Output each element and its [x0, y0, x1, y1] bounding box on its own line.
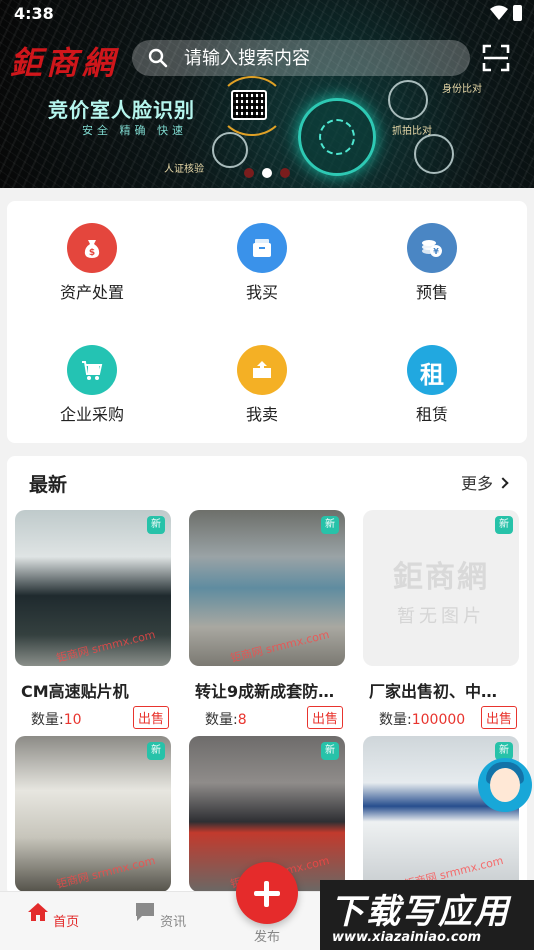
- site-watermark-url: www.xiazainiao.com: [332, 930, 482, 945]
- category-enterprise-purchase[interactable]: 企业采购: [7, 345, 177, 425]
- sale-badge: 出售: [132, 706, 169, 729]
- top-banner[interactable]: 4:38 鉅商網 竞价室人脸识别 安全 精确 快速 身份比对 抓拍比对 人证核验: [0, 0, 534, 188]
- more-label: 更多: [460, 474, 493, 493]
- product-card[interactable]: 新 钜商网 srmmx.com: [15, 736, 171, 892]
- new-badge: 新: [147, 516, 165, 534]
- latest-section: 最新 更多 新 钜商网 srmmx.com CM高速贴片机 数量:10 出售 新…: [7, 456, 527, 896]
- category-label: 我卖: [245, 405, 278, 424]
- banner-headline: 竞价室人脸识别: [48, 98, 195, 122]
- home-icon: [27, 903, 48, 921]
- site-watermark-title: 下载写应用: [330, 892, 510, 932]
- category-label: 租赁: [415, 405, 448, 424]
- message-icon: [135, 903, 154, 921]
- svg-text:$: $: [89, 248, 95, 258]
- banner-label-verify: 人证核验: [164, 164, 204, 175]
- product-card[interactable]: 新 鉅商網 暂无图片 厂家出售初、中… 数量:100000 出售: [363, 510, 519, 729]
- category-label: 预售: [415, 283, 448, 302]
- product-qty: 数量:8: [205, 712, 247, 728]
- product-image-placeholder: 新 鉅商網 暂无图片: [363, 510, 519, 666]
- product-meta: 数量:10 出售: [15, 706, 171, 729]
- category-sell[interactable]: 我卖: [177, 345, 347, 425]
- publish-plus-button[interactable]: [236, 862, 298, 924]
- new-badge: 新: [321, 516, 339, 534]
- sale-badge: 出售: [480, 706, 517, 729]
- product-image: 新 钜商网 srmmx.com: [15, 736, 171, 892]
- product-meta: 数量:8 出售: [189, 706, 345, 729]
- nav-publish[interactable]: 发布: [227, 926, 307, 945]
- product-image: 新 钜商网 srmmx.com: [189, 510, 345, 666]
- category-panel: $ 资产处置 我买 ¥ 预售 企业采购 我卖 租 租赁: [7, 201, 527, 443]
- rent-glyph: 租: [420, 361, 444, 389]
- search-bar[interactable]: [132, 40, 470, 76]
- banner-label-capture: 抓拍比对: [392, 126, 432, 137]
- new-badge: 新: [495, 516, 513, 534]
- nav-home[interactable]: 首页: [13, 902, 93, 930]
- nav-news[interactable]: 资讯: [120, 902, 200, 930]
- sale-badge: 出售: [306, 706, 343, 729]
- nav-publish-label: 发布: [253, 930, 280, 945]
- coins-icon: ¥: [407, 223, 457, 273]
- product-card[interactable]: 新 钜商网 srmmx.com 转让9成新成套防… 数量:8 出售: [189, 510, 345, 729]
- product-qty: 数量:10: [31, 712, 82, 728]
- image-watermark: 钜商网 srmmx.com: [55, 627, 157, 666]
- id-verify-icon: [212, 132, 248, 168]
- new-badge: 新: [147, 742, 165, 760]
- battery-icon: [513, 5, 522, 21]
- product-meta: 数量:100000 出售: [363, 706, 519, 729]
- carousel-dot[interactable]: [244, 168, 254, 178]
- app-logo: 鉅商網: [10, 44, 119, 82]
- banner-subtitle: 安全 精确 快速: [82, 124, 187, 137]
- wifi-icon: [490, 5, 508, 20]
- category-label: 企业采购: [59, 405, 124, 424]
- category-label: 我买: [245, 283, 278, 302]
- cart-icon: [67, 345, 117, 395]
- search-input[interactable]: [184, 40, 454, 76]
- scan-icon[interactable]: [482, 44, 510, 72]
- sell-box-icon: [237, 345, 287, 395]
- section-title: 最新: [29, 474, 68, 496]
- placeholder-text: 暂无图片: [397, 606, 485, 627]
- placeholder-logo: 鉅商網: [393, 560, 489, 595]
- banner-label-id: 身份比对: [442, 84, 482, 95]
- product-name: 厂家出售初、中…: [369, 682, 498, 701]
- more-link[interactable]: 更多: [460, 470, 509, 494]
- product-card[interactable]: 新 钜商网 srmmx.com CM高速贴片机 数量:10 出售: [15, 510, 171, 729]
- product-name: CM高速贴片机: [21, 682, 129, 701]
- product-image: 新 钜商网 srmmx.com: [15, 510, 171, 666]
- service-avatar-icon: [490, 768, 520, 802]
- nav-news-label: 资讯: [160, 915, 187, 930]
- category-rent[interactable]: 租 租赁: [347, 345, 517, 425]
- qr-code-icon: [231, 90, 267, 120]
- image-watermark: 钜商网 srmmx.com: [229, 627, 331, 666]
- category-presale[interactable]: ¥ 预售: [347, 223, 517, 303]
- image-watermark: 钜商网 srmmx.com: [55, 853, 157, 892]
- site-watermark: 下载写应用 www.xiazainiao.com: [320, 880, 534, 950]
- svg-text:¥: ¥: [433, 247, 439, 256]
- carousel-indicator[interactable]: [244, 163, 298, 182]
- carousel-dot-active[interactable]: [262, 168, 272, 178]
- rent-icon: 租: [407, 345, 457, 395]
- category-buy[interactable]: 我买: [177, 223, 347, 303]
- category-asset-disposal[interactable]: $ 资产处置: [7, 223, 177, 303]
- search-icon: [148, 48, 168, 68]
- id-compare-icon: [388, 80, 428, 120]
- product-qty: 数量:100000: [379, 712, 466, 728]
- product-name: 转让9成新成套防…: [195, 682, 335, 701]
- box-icon: [237, 223, 287, 273]
- nav-home-label: 首页: [53, 915, 80, 930]
- carousel-dot[interactable]: [280, 168, 290, 178]
- new-badge: 新: [321, 742, 339, 760]
- customer-service-button[interactable]: [478, 758, 532, 812]
- chevron-right-icon: [497, 477, 509, 489]
- money-bag-icon: $: [67, 223, 117, 273]
- face-recognition-icon: [298, 98, 376, 176]
- status-bar: 4:38: [0, 0, 534, 28]
- capture-compare-icon: [414, 134, 454, 174]
- category-label: 资产处置: [59, 283, 124, 302]
- status-time: 4:38: [14, 4, 54, 23]
